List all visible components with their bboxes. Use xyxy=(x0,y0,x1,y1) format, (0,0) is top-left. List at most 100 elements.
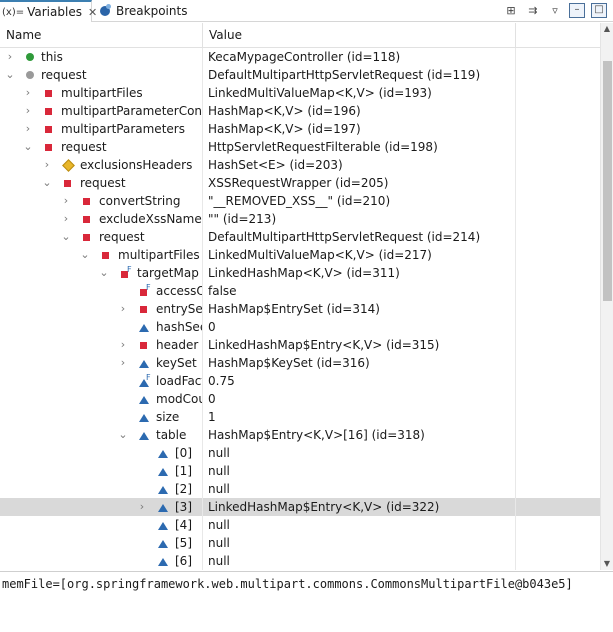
tab-variables-label: Variables xyxy=(27,5,82,19)
tree-row[interactable]: ⌄ request DefaultMultipartHttpServletRequ… xyxy=(0,66,600,84)
variable-value: 0.75 xyxy=(203,372,516,390)
variable-name: modCou xyxy=(156,392,203,406)
collapse-arrow-icon[interactable]: ⌄ xyxy=(117,426,129,444)
variable-name: request xyxy=(61,140,107,154)
tree-row[interactable]: FloadFact 0.75 xyxy=(0,372,600,390)
scroll-down-icon[interactable]: ▼ xyxy=(601,558,613,570)
protected-field-icon xyxy=(62,156,74,174)
tree-row[interactable]: ⌄ multipartFiles LinkedMultiValueMap<K,V>… xyxy=(0,246,600,264)
variable-value: null xyxy=(203,552,516,570)
tree-row[interactable]: [1] null xyxy=(0,462,600,480)
show-type-names-icon[interactable]: ⊞ xyxy=(503,3,519,18)
expand-arrow-icon[interactable]: › xyxy=(117,300,129,318)
minimize-icon[interactable]: – xyxy=(569,3,585,18)
private-field-icon xyxy=(81,228,93,246)
tab-breakpoints[interactable]: Breakpoints xyxy=(96,0,196,22)
private-field-icon xyxy=(43,120,55,138)
tree-row[interactable]: › exclusionsHeaders HashSet<E> (id=203) xyxy=(0,156,600,174)
variable-value: null xyxy=(203,534,516,552)
tree-row[interactable]: ⌄ request DefaultMultipartHttpServletRequ… xyxy=(0,228,600,246)
array-element-icon xyxy=(157,480,169,498)
tree-row[interactable]: size 1 xyxy=(0,408,600,426)
expand-arrow-icon[interactable]: › xyxy=(60,192,72,210)
expand-arrow-icon[interactable]: › xyxy=(4,48,16,66)
collapse-all-icon[interactable]: ⇉ xyxy=(525,3,541,18)
variable-value: null xyxy=(203,480,516,498)
view-menu-icon[interactable]: ▿ xyxy=(547,3,563,18)
tree-row[interactable]: › entrySet HashMap$EntrySet (id=314) xyxy=(0,300,600,318)
tree-row[interactable]: › convertString "__REMOVED_XSS__" (id=210… xyxy=(0,192,600,210)
array-element-icon xyxy=(157,462,169,480)
tree-row[interactable]: [4] null xyxy=(0,516,600,534)
variable-name: accessOr xyxy=(156,284,202,298)
tree-row[interactable]: ⌄ request HttpServletRequestFilterable (i… xyxy=(0,138,600,156)
column-value-header[interactable]: Value xyxy=(203,23,516,48)
private-field-icon xyxy=(138,300,150,318)
tree-row[interactable]: ⌄ request XSSRequestWrapper (id=205) xyxy=(0,174,600,192)
variable-value: 0 xyxy=(203,318,516,336)
scroll-up-icon[interactable]: ▲ xyxy=(601,23,613,35)
tree-row[interactable]: › multipartParameters HashMap<K,V> (id=19… xyxy=(0,120,600,138)
expand-arrow-icon[interactable]: › xyxy=(136,498,148,516)
private-field-icon xyxy=(62,174,74,192)
collapse-arrow-icon[interactable]: ⌄ xyxy=(79,246,91,264)
tree-row[interactable]: › multipartFiles LinkedMultiValueMap<K,V>… xyxy=(0,84,600,102)
tree-row[interactable]: › this KecaMypageController (id=118) xyxy=(0,48,600,66)
view-toolbar: ⊞ ⇉ ▿ – □ xyxy=(503,3,607,18)
tab-breakpoints-label: Breakpoints xyxy=(116,4,188,18)
variable-value: LinkedMultiValueMap<K,V> (id=217) xyxy=(203,246,516,264)
tree-row[interactable]: [0] null xyxy=(0,444,600,462)
expand-arrow-icon[interactable]: › xyxy=(41,156,53,174)
tree-row[interactable]: modCou 0 xyxy=(0,390,600,408)
tree-row-selected[interactable]: › [3] LinkedHashMap$Entry<K,V> (id=322) xyxy=(0,498,600,516)
column-name-header[interactable]: Name xyxy=(0,23,203,48)
breakpoints-icon xyxy=(100,4,111,16)
private-field-icon xyxy=(43,84,55,102)
tree-row[interactable]: ⌄ FtargetMap LinkedHashMap<K,V> (id=311) xyxy=(0,264,600,282)
tree-row[interactable]: › keySet HashMap$KeySet (id=316) xyxy=(0,354,600,372)
array-element-icon xyxy=(157,516,169,534)
variable-name: hashSeed xyxy=(156,320,202,334)
collapse-arrow-icon[interactable]: ⌄ xyxy=(22,138,34,156)
tree-row[interactable]: [5] null xyxy=(0,534,600,552)
variable-name: [6] xyxy=(175,554,192,568)
default-field-icon xyxy=(138,390,150,408)
private-field-icon xyxy=(43,102,55,120)
expand-arrow-icon[interactable]: › xyxy=(22,120,34,138)
expand-arrow-icon[interactable]: › xyxy=(117,336,129,354)
expand-arrow-icon[interactable]: › xyxy=(22,84,34,102)
variable-value: "" (id=213) xyxy=(203,210,516,228)
tree-row[interactable]: [2] null xyxy=(0,480,600,498)
expand-arrow-icon[interactable]: › xyxy=(60,210,72,228)
scrollbar-thumb[interactable] xyxy=(603,61,612,301)
expand-arrow-icon[interactable]: › xyxy=(22,102,34,120)
tab-variables[interactable]: (x)= Variables ✕ xyxy=(0,0,97,22)
variable-value: "__REMOVED_XSS__" (id=210) xyxy=(203,192,516,210)
variable-value: HashMap$KeySet (id=316) xyxy=(203,354,516,372)
collapse-arrow-icon[interactable]: ⌄ xyxy=(41,174,53,192)
tree-row[interactable]: › multipartParameterConten HashMap<K,V> (… xyxy=(0,102,600,120)
variable-value: HashSet<E> (id=203) xyxy=(203,156,516,174)
tree-row[interactable]: FaccessOr false xyxy=(0,282,600,300)
tree-row[interactable]: ⌄ table HashMap$Entry<K,V>[16] (id=318) xyxy=(0,426,600,444)
variables-icon: (x)= xyxy=(2,6,25,18)
variable-name: entrySet xyxy=(156,302,203,316)
array-element-icon xyxy=(157,552,169,570)
detail-pane[interactable]: memFile=[org.springframework.web.multipa… xyxy=(0,571,613,632)
collapse-arrow-icon[interactable]: ⌄ xyxy=(4,66,16,84)
tree-row[interactable]: [6] null xyxy=(0,552,600,570)
maximize-icon[interactable]: □ xyxy=(591,3,607,18)
collapse-arrow-icon[interactable]: ⌄ xyxy=(98,264,110,282)
tree-row[interactable]: hashSeed 0 xyxy=(0,318,600,336)
variable-name: multipartFiles xyxy=(118,248,200,262)
variable-name: header xyxy=(156,338,199,352)
private-field-icon xyxy=(81,192,93,210)
vertical-scrollbar[interactable]: ▲ ▼ xyxy=(600,23,613,570)
variable-name: exclusionsHeaders xyxy=(80,158,193,172)
collapse-arrow-icon[interactable]: ⌄ xyxy=(60,228,72,246)
default-field-icon xyxy=(138,318,150,336)
expand-arrow-icon[interactable]: › xyxy=(117,354,129,372)
variable-value: 0 xyxy=(203,390,516,408)
tree-row[interactable]: › header LinkedHashMap$Entry<K,V> (id=315… xyxy=(0,336,600,354)
tree-row[interactable]: › excludeXssNames "" (id=213) xyxy=(0,210,600,228)
